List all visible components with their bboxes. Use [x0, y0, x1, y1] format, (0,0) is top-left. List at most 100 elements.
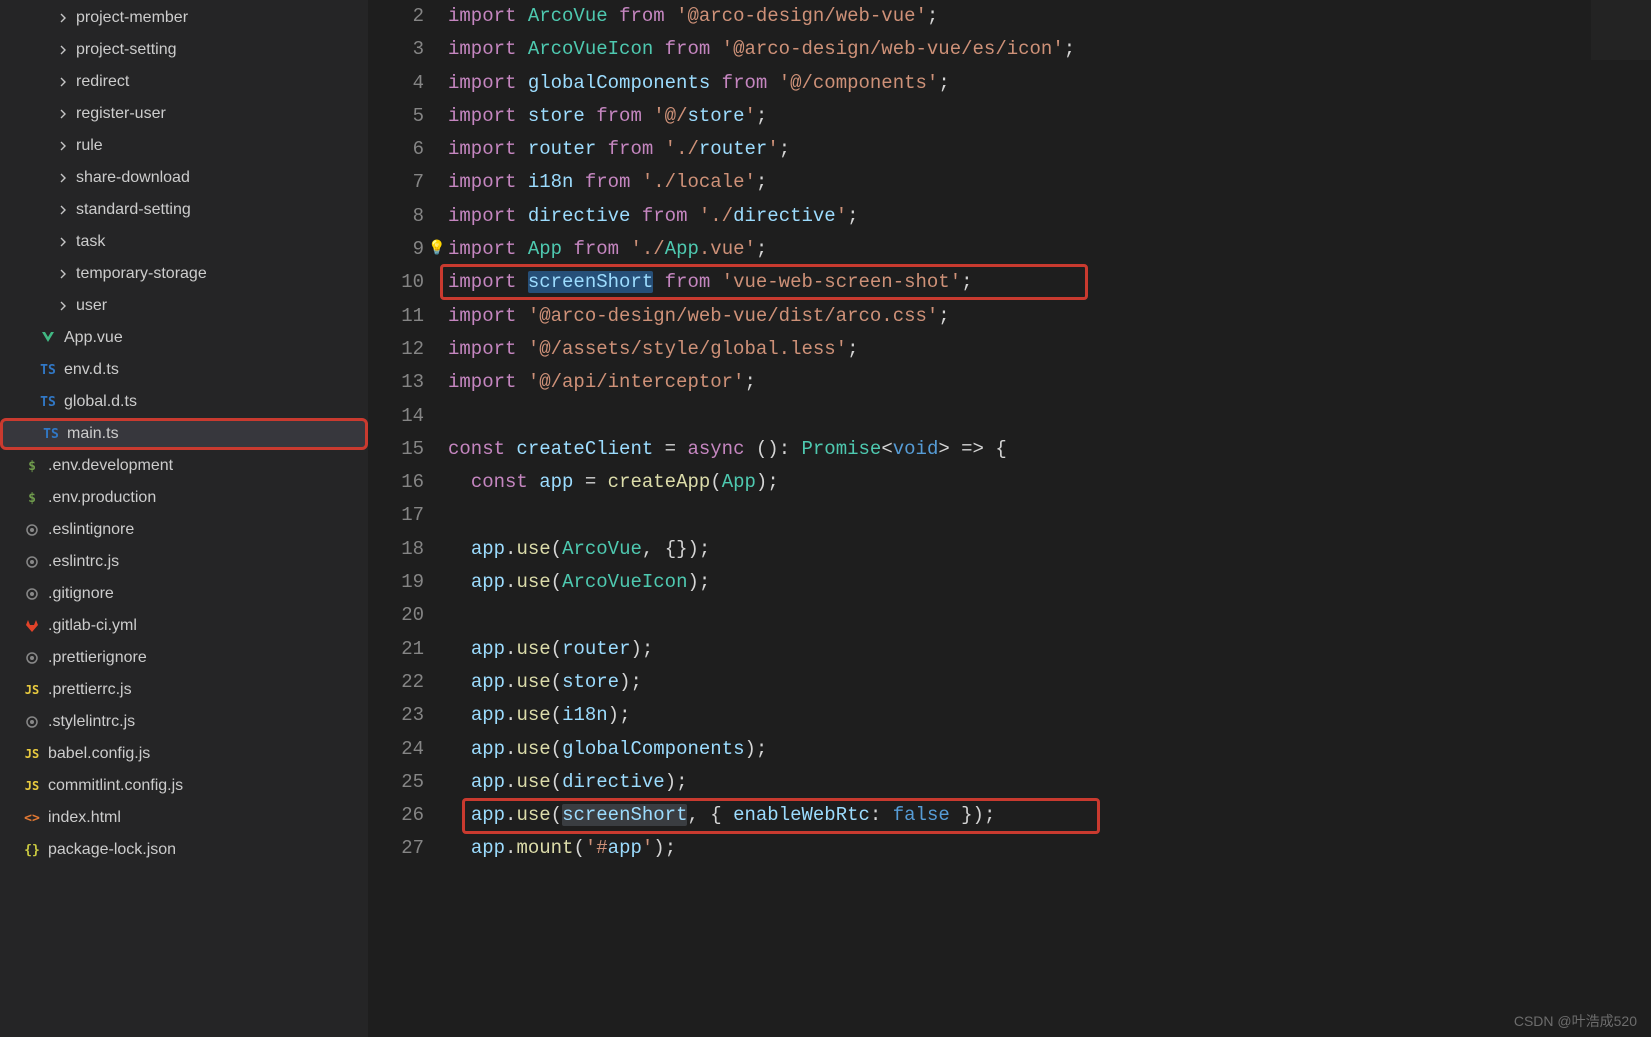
javascript-icon: JS	[22, 680, 42, 700]
file-label: package-lock.json	[48, 841, 176, 859]
chevron-right-icon	[56, 171, 70, 185]
file-explorer-sidebar[interactable]: project-memberproject-settingredirectreg…	[0, 0, 368, 1037]
line-number: 18	[368, 533, 424, 566]
line-number: 12	[368, 333, 424, 366]
code-line-26[interactable]: app.use(screenShort, { enableWebRtc: fal…	[448, 799, 1651, 832]
watermark: CSDN @叶浩成520	[1514, 1011, 1637, 1031]
line-number: 4	[368, 67, 424, 100]
file-item--eslintrc-js[interactable]: .eslintrc.js	[0, 546, 368, 578]
code-line-16[interactable]: const app = createApp(App);	[448, 466, 1651, 499]
code-line-5[interactable]: import store from '@/store';	[448, 100, 1651, 133]
line-number: 8	[368, 200, 424, 233]
config-icon	[22, 552, 42, 572]
code-line-13[interactable]: import '@/api/interceptor';	[448, 366, 1651, 399]
file-item-env-d-ts[interactable]: TSenv.d.ts	[0, 354, 368, 386]
code-line-10[interactable]: import screenShort from 'vue-web-screen-…	[448, 266, 1651, 299]
folder-item-temporary-storage[interactable]: temporary-storage	[0, 258, 368, 290]
line-number: 14	[368, 400, 424, 433]
html-icon: <>	[22, 808, 42, 828]
file-item--env-development[interactable]: $.env.development	[0, 450, 368, 482]
file-item-package-lock-json[interactable]: {} package-lock.json	[0, 834, 368, 866]
folder-item-standard-setting[interactable]: standard-setting	[0, 194, 368, 226]
folder-item-project-setting[interactable]: project-setting	[0, 34, 368, 66]
code-line-9[interactable]: 💡import App from './App.vue';	[448, 233, 1651, 266]
file-item--eslintignore[interactable]: .eslintignore	[0, 514, 368, 546]
file-label: .gitlab-ci.yml	[48, 617, 137, 635]
code-line-11[interactable]: import '@arco-design/web-vue/dist/arco.c…	[448, 300, 1651, 333]
code-line-24[interactable]: app.use(globalComponents);	[448, 733, 1651, 766]
code-line-2[interactable]: import ArcoVue from '@arco-design/web-vu…	[448, 0, 1651, 33]
folder-item-user[interactable]: user	[0, 290, 368, 322]
config-icon	[22, 648, 42, 668]
code-area[interactable]: import ArcoVue from '@arco-design/web-vu…	[448, 0, 1651, 1037]
folder-label: rule	[76, 137, 103, 155]
line-number: 6	[368, 133, 424, 166]
code-line-19[interactable]: app.use(ArcoVueIcon);	[448, 566, 1651, 599]
file-item--prettierignore[interactable]: .prettierignore	[0, 642, 368, 674]
file-item-commitlint-config-js[interactable]: JScommitlint.config.js	[0, 770, 368, 802]
folder-label: share-download	[76, 169, 190, 187]
code-line-15[interactable]: const createClient = async (): Promise<v…	[448, 433, 1651, 466]
env-icon: $	[22, 488, 42, 508]
code-line-18[interactable]: app.use(ArcoVue, {});	[448, 533, 1651, 566]
file-item-babel-config-js[interactable]: JSbabel.config.js	[0, 738, 368, 770]
folder-item-project-member[interactable]: project-member	[0, 2, 368, 34]
typescript-icon: TS	[41, 424, 61, 444]
folder-label: standard-setting	[76, 201, 191, 219]
line-number: 5	[368, 100, 424, 133]
folder-label: task	[76, 233, 105, 251]
file-item-global-d-ts[interactable]: TS global.d.ts	[0, 386, 368, 418]
folder-item-redirect[interactable]: redirect	[0, 66, 368, 98]
minimap[interactable]	[1591, 0, 1651, 60]
vue-icon	[38, 328, 58, 348]
file-item-main-ts[interactable]: TS main.ts	[0, 418, 368, 450]
code-line-4[interactable]: import globalComponents from '@/componen…	[448, 67, 1651, 100]
json-icon: {}	[22, 840, 42, 860]
folder-item-share-download[interactable]: share-download	[0, 162, 368, 194]
code-line-3[interactable]: import ArcoVueIcon from '@arco-design/we…	[448, 33, 1651, 66]
lightbulb-icon[interactable]: 💡	[428, 233, 445, 266]
code-line-14[interactable]	[448, 400, 1651, 433]
folder-label: temporary-storage	[76, 265, 207, 283]
file-label: .env.production	[48, 489, 156, 507]
file-item-App-vue[interactable]: App.vue	[0, 322, 368, 354]
code-line-20[interactable]	[448, 599, 1651, 632]
chevron-right-icon	[56, 267, 70, 281]
line-number: 13	[368, 366, 424, 399]
javascript-icon: JS	[22, 776, 42, 796]
chevron-right-icon	[56, 299, 70, 313]
file-label: babel.config.js	[48, 745, 150, 763]
code-line-21[interactable]: app.use(router);	[448, 633, 1651, 666]
file-item-index-html[interactable]: <>index.html	[0, 802, 368, 834]
code-line-22[interactable]: app.use(store);	[448, 666, 1651, 699]
typescript-icon: TS	[38, 392, 58, 412]
code-line-8[interactable]: import directive from './directive';	[448, 200, 1651, 233]
folder-item-rule[interactable]: rule	[0, 130, 368, 162]
code-line-25[interactable]: app.use(directive);	[448, 766, 1651, 799]
chevron-right-icon	[56, 75, 70, 89]
line-number: 9	[368, 233, 424, 266]
file-label: global.d.ts	[64, 393, 137, 411]
folder-item-register-user[interactable]: register-user	[0, 98, 368, 130]
file-item--gitignore[interactable]: .gitignore	[0, 578, 368, 610]
file-item--gitlab-ci-yml[interactable]: .gitlab-ci.yml	[0, 610, 368, 642]
file-item--stylelintrc-js[interactable]: .stylelintrc.js	[0, 706, 368, 738]
line-number: 3	[368, 33, 424, 66]
line-number: 10	[368, 266, 424, 299]
file-item--env-production[interactable]: $ .env.production	[0, 482, 368, 514]
folder-item-task[interactable]: task	[0, 226, 368, 258]
file-item--prettierrc-js[interactable]: JS.prettierrc.js	[0, 674, 368, 706]
code-line-27[interactable]: app.mount('#app');	[448, 832, 1651, 865]
line-number: 27	[368, 832, 424, 865]
file-label: .env.development	[48, 457, 173, 475]
line-number: 15	[368, 433, 424, 466]
code-line-17[interactable]	[448, 499, 1651, 532]
line-number: 7	[368, 166, 424, 199]
line-number: 17	[368, 499, 424, 532]
code-line-6[interactable]: import router from './router';	[448, 133, 1651, 166]
code-line-23[interactable]: app.use(i18n);	[448, 699, 1651, 732]
code-editor[interactable]: 2345678910111213141516171819202122232425…	[368, 0, 1651, 1037]
code-line-12[interactable]: import '@/assets/style/global.less';	[448, 333, 1651, 366]
code-line-7[interactable]: import i18n from './locale';	[448, 166, 1651, 199]
file-label: main.ts	[67, 425, 119, 443]
